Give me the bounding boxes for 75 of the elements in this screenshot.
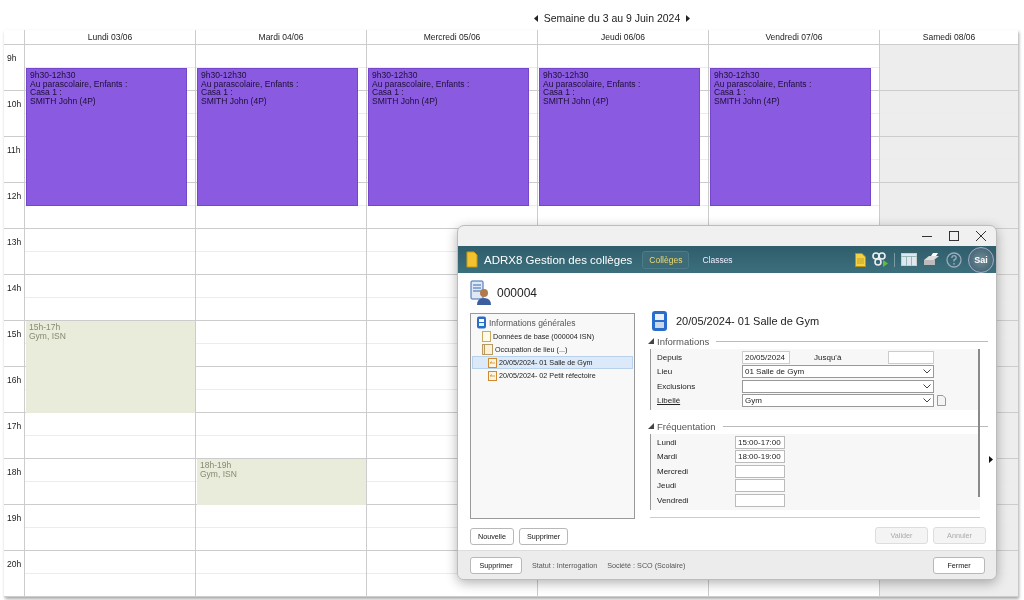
next-week-icon[interactable] bbox=[685, 14, 691, 22]
day-header: Vendredi 07/06 bbox=[765, 32, 823, 42]
logo: Sai bbox=[968, 246, 994, 273]
field-label: Jusqu'à bbox=[814, 352, 843, 362]
date-field[interactable] bbox=[888, 350, 934, 364]
person-record-icon bbox=[470, 280, 492, 306]
section-title: Fréquentation bbox=[657, 420, 716, 432]
day-header: Jeudi 06/06 bbox=[601, 32, 645, 42]
collapse-icon[interactable] bbox=[648, 423, 654, 429]
hour-label: 12h bbox=[7, 191, 22, 201]
day-header: Lundi 03/06 bbox=[87, 32, 133, 42]
date-field[interactable]: 20/05/2024 bbox=[742, 350, 790, 364]
entry-icon bbox=[488, 357, 497, 368]
collapse-icon[interactable] bbox=[648, 338, 654, 344]
hour-label: 17h bbox=[7, 421, 22, 431]
expand-arrow-icon[interactable] bbox=[989, 456, 993, 463]
calendar-event[interactable]: 9h30-12h30 Au parascolaire, Enfants : Casa 1 : SMITH John (4P) bbox=[197, 68, 358, 206]
time-field[interactable] bbox=[735, 464, 785, 478]
document-icon[interactable] bbox=[855, 252, 866, 267]
field-label: Exclusions bbox=[657, 381, 697, 391]
day-header: Mercredi 05/06 bbox=[423, 32, 481, 42]
field-label-link[interactable]: Libellé bbox=[657, 396, 742, 406]
calendar-event[interactable]: 9h30-12h30 Au parascolaire, Enfants : Casa 1 : SMITH John (4P) bbox=[710, 68, 871, 206]
dropdown-field[interactable]: Gym bbox=[742, 394, 934, 408]
note-icon[interactable] bbox=[937, 395, 946, 407]
chevron-icon bbox=[923, 398, 931, 404]
rings-icon[interactable] bbox=[872, 252, 888, 267]
close-icon[interactable] bbox=[976, 231, 986, 241]
dropdown-field[interactable]: 01 Salle de Gym bbox=[742, 365, 934, 379]
help-icon[interactable] bbox=[946, 251, 962, 268]
day-label: Jeudi bbox=[657, 481, 678, 491]
hour-label: 18h bbox=[7, 467, 22, 477]
documents-icon bbox=[482, 344, 493, 355]
scrollbar[interactable] bbox=[978, 349, 980, 497]
printer-icon[interactable] bbox=[923, 253, 940, 266]
day-header: Mardi 04/06 bbox=[258, 32, 304, 42]
detail-title: 20/05/2024- 01 Salle de Gym bbox=[676, 315, 820, 327]
hour-label: 11h bbox=[7, 145, 21, 155]
app-title: ADRX8 Gestion des collèges bbox=[484, 253, 633, 266]
time-field[interactable]: 18:00-19:00 bbox=[735, 450, 785, 464]
time-field[interactable] bbox=[735, 493, 785, 507]
day-label: Vendredi bbox=[657, 495, 690, 505]
hour-label: 10h bbox=[7, 99, 22, 109]
maximize-icon[interactable] bbox=[949, 231, 959, 241]
field-label: Depuis bbox=[657, 352, 683, 362]
cabinet-icon bbox=[476, 316, 487, 329]
hour-label: 20h bbox=[7, 559, 22, 569]
hour-label: 13h bbox=[7, 237, 22, 247]
hour-label: 16h bbox=[7, 375, 22, 385]
header-tab[interactable]: Classes bbox=[695, 250, 740, 269]
section-title: Informations bbox=[657, 335, 710, 347]
day-header: Samedi 08/06 bbox=[922, 32, 976, 42]
field-label: Lieu bbox=[657, 367, 674, 377]
day-label: Mardi bbox=[657, 452, 678, 462]
calendar-event[interactable]: 9h30-12h30 Au parascolaire, Enfants : Casa 1 : SMITH John (4P) bbox=[26, 68, 187, 206]
calendar-event[interactable]: 9h30-12h30 Au parascolaire, Enfants : Casa 1 : SMITH John (4P) bbox=[539, 68, 700, 206]
time-field[interactable] bbox=[735, 479, 785, 493]
cabinet-icon bbox=[651, 310, 668, 332]
previous-week-icon[interactable] bbox=[533, 14, 539, 22]
hour-label: 14h bbox=[7, 283, 22, 293]
folder-icon bbox=[466, 251, 478, 268]
day-label: Mercredi bbox=[657, 466, 690, 476]
hour-label: 15h bbox=[7, 329, 22, 339]
calendar-event[interactable]: 9h30-12h30 Au parascolaire, Enfants : Casa 1 : SMITH John (4P) bbox=[368, 68, 529, 206]
header-tab[interactable]: Collèges bbox=[642, 250, 690, 269]
hour-label: 9h bbox=[7, 53, 17, 63]
hour-label: 19h bbox=[7, 513, 22, 523]
dropdown-field[interactable] bbox=[742, 379, 934, 393]
entry-icon bbox=[488, 370, 497, 381]
document-icon bbox=[482, 331, 491, 342]
day-label: Lundi bbox=[657, 437, 678, 447]
record-number: 000004 bbox=[497, 286, 538, 300]
week-title: Semaine du 3 au 9 Juin 2024 bbox=[543, 12, 681, 24]
time-field[interactable]: 15:00-17:00 bbox=[735, 435, 785, 449]
tree-item[interactable]: Informations générales bbox=[472, 315, 633, 330]
